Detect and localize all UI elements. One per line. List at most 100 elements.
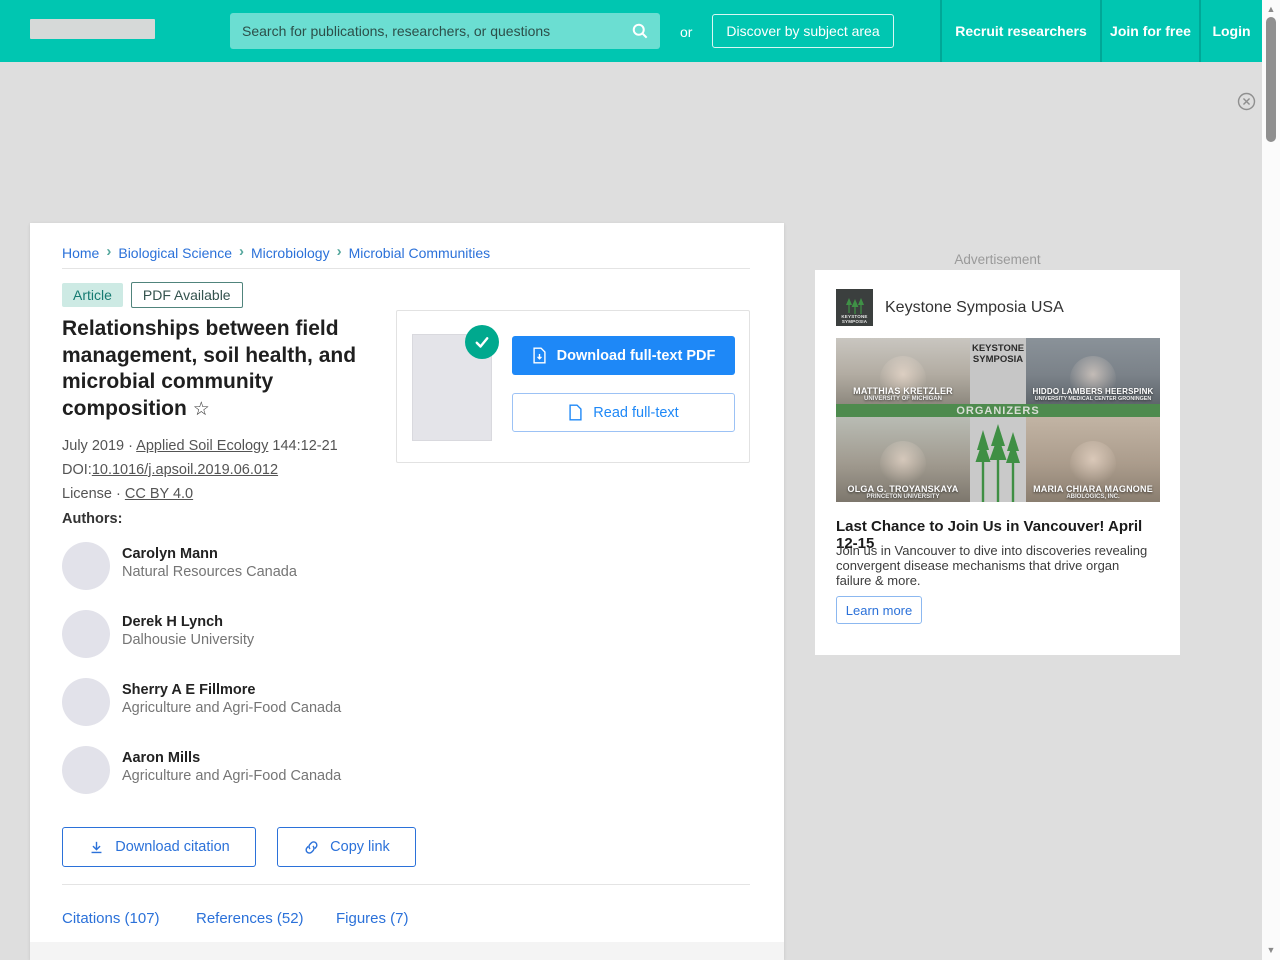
download-icon [88, 839, 105, 856]
card-footer-strip [30, 942, 784, 960]
organizer-affiliation: UNIVERSITY MEDICAL CENTER GRONINGEN [1034, 396, 1152, 402]
divider [62, 268, 750, 269]
author-affiliation: Dalhousie University [122, 632, 255, 648]
organizer-name: OLGA G. TROYANSKAYA [847, 484, 959, 494]
breadcrumb-microbial-communities[interactable]: Microbial Communities [349, 245, 491, 261]
license-link[interactable]: CC BY 4.0 [125, 486, 193, 502]
scrollbar-thumb[interactable] [1266, 17, 1276, 142]
ad-brand-cell: KEYSTONE SYMPOSIA [970, 338, 1026, 404]
nav-login[interactable]: Login [1199, 0, 1262, 62]
organizer-name: MARIA CHIARA MAGNONE [1033, 484, 1153, 494]
organizer-portrait: HIDDO LAMBERS HEERSPINK UNIVERSITY MEDIC… [1026, 338, 1160, 404]
search-input[interactable] [230, 23, 620, 39]
learn-more-button[interactable]: Learn more [836, 596, 922, 624]
copy-link-label: Copy link [330, 839, 390, 855]
breadcrumb-microbiology[interactable]: Microbiology [251, 245, 330, 261]
meta-date-journal: July 2019 · Applied Soil Ecology 144:12-… [62, 434, 338, 458]
journal-link[interactable]: Applied Soil Ecology [136, 438, 268, 454]
author-affiliation: Agriculture and Agri-Food Canada [122, 768, 342, 784]
ad-sponsor-name[interactable]: Keystone Symposia USA [885, 299, 1064, 317]
read-fulltext-label: Read full-text [593, 404, 679, 421]
organizer-name: MATTHIAS KRETZLER [853, 386, 953, 396]
author-affiliation: Agriculture and Agri-Food Canada [122, 700, 342, 716]
pdf-available-badge: PDF Available [130, 282, 243, 308]
author-name-link[interactable]: Sherry A E Fillmore [122, 682, 341, 698]
pine-trees-cell [970, 417, 1026, 502]
organizer-portrait: MATTHIAS KRETZLER UNIVERSITY OF MICHIGAN [836, 338, 970, 404]
organizer-affiliation: UNIVERSITY OF MICHIGAN [864, 396, 942, 402]
download-citation-label: Download citation [115, 839, 230, 855]
navbar-links: Recruit researchers Join for free Login [940, 0, 1262, 62]
avatar[interactable] [62, 610, 110, 658]
download-fulltext-pdf-button[interactable]: Download full-text PDF [512, 336, 735, 375]
avatar[interactable] [62, 678, 110, 726]
breadcrumb: Home › Biological Science › Microbiology… [62, 243, 491, 261]
avatar[interactable] [62, 746, 110, 794]
author-name-link[interactable]: Aaron Mills [122, 750, 341, 766]
document-download-icon [532, 347, 547, 364]
ad-creative-image[interactable]: MATTHIAS KRETZLER UNIVERSITY OF MICHIGAN… [836, 338, 1160, 502]
nav-join-for-free[interactable]: Join for free [1100, 0, 1199, 62]
vertical-scrollbar[interactable]: ▲ ▼ [1262, 0, 1280, 960]
ad-body-text: Join us in Vancouver to dive into discov… [836, 543, 1148, 588]
organizer-portrait: MARIA CHIARA MAGNONE ABIOLOGICS, INC. [1026, 417, 1160, 502]
license-label: License · [62, 486, 121, 502]
pine-trees-icon [975, 424, 1020, 502]
organizer-portrait: OLGA G. TROYANSKAYA PRINCETON UNIVERSITY [836, 417, 970, 502]
badge-row: Article PDF Available [62, 282, 243, 308]
chevron-right-icon: › [238, 243, 244, 260]
keystone-logo[interactable]: KEYSTONE SYMPOSIA [836, 289, 873, 326]
author-name-link[interactable]: Carolyn Mann [122, 546, 297, 562]
download-citation-button[interactable]: Download citation [62, 827, 256, 867]
author-affiliation: Natural Resources Canada [122, 564, 297, 580]
scroll-down-icon[interactable]: ▼ [1262, 944, 1280, 956]
download-pdf-label: Download full-text PDF [556, 347, 716, 364]
avatar[interactable] [62, 542, 110, 590]
author-row: Aaron Mills Agriculture and Agri-Food Ca… [62, 746, 341, 794]
nav-recruit-researchers[interactable]: Recruit researchers [940, 0, 1100, 62]
document-icon [568, 404, 583, 421]
read-fulltext-button[interactable]: Read full-text [512, 393, 735, 432]
author-row: Carolyn Mann Natural Resources Canada [62, 542, 297, 590]
discover-by-subject-button[interactable]: Discover by subject area [712, 14, 894, 48]
ad-header: KEYSTONE SYMPOSIA Keystone Symposia USA [836, 289, 1064, 326]
meta-volume-pages: 144:12-21 [272, 438, 338, 454]
organizer-affiliation: ABIOLOGICS, INC. [1066, 494, 1120, 500]
tab-references[interactable]: References (52) [196, 910, 336, 927]
advertisement-card: KEYSTONE SYMPOSIA Keystone Symposia USA … [815, 270, 1180, 655]
pine-trees-icon [845, 298, 864, 314]
publication-title: Relationships between field management, … [62, 316, 382, 423]
fulltext-access-box: Download full-text PDF Read full-text [396, 310, 750, 463]
author-row: Sherry A E Fillmore Agriculture and Agri… [62, 678, 341, 726]
publication-card: Home › Biological Science › Microbiology… [30, 223, 784, 960]
meta-doi: DOI:10.1016/j.apsoil.2019.06.012 [62, 458, 338, 482]
copy-link-button[interactable]: Copy link [277, 827, 416, 867]
link-icon [303, 839, 320, 856]
author-name-link[interactable]: Derek H Lynch [122, 614, 254, 630]
breadcrumb-home[interactable]: Home [62, 245, 99, 261]
tab-citations[interactable]: Citations (107) [62, 910, 196, 927]
meta-license: License · CC BY 4.0 [62, 482, 338, 506]
action-row: Download citation Copy link [62, 827, 416, 867]
doi-link[interactable]: 10.1016/j.apsoil.2019.06.012 [92, 462, 278, 478]
organizers-band: ORGANIZERS [836, 404, 1160, 417]
scroll-up-icon[interactable]: ▲ [1262, 3, 1280, 15]
checkmark-icon [465, 325, 499, 359]
tab-figures[interactable]: Figures (7) [336, 910, 409, 927]
organizer-affiliation: PRINCETON UNIVERSITY [866, 494, 940, 500]
meta-date: July 2019 · [62, 438, 133, 454]
search-bar[interactable] [230, 13, 660, 49]
top-navbar: or Discover by subject area Recruit rese… [0, 0, 1262, 62]
site-logo[interactable] [30, 19, 155, 39]
search-button[interactable] [620, 13, 660, 49]
ad-close-icon[interactable] [1237, 92, 1256, 111]
chevron-right-icon: › [106, 243, 112, 260]
author-row: Derek H Lynch Dalhousie University [62, 610, 254, 658]
keystone-logo-text: KEYSTONE SYMPOSIA [841, 314, 868, 324]
authors-label: Authors: [62, 511, 123, 527]
publication-meta: July 2019 · Applied Soil Ecology 144:12-… [62, 434, 338, 506]
chevron-right-icon: › [336, 243, 342, 260]
advertisement-label: Advertisement [954, 252, 1041, 267]
or-label: or [680, 24, 693, 40]
breadcrumb-biological-science[interactable]: Biological Science [118, 245, 232, 261]
